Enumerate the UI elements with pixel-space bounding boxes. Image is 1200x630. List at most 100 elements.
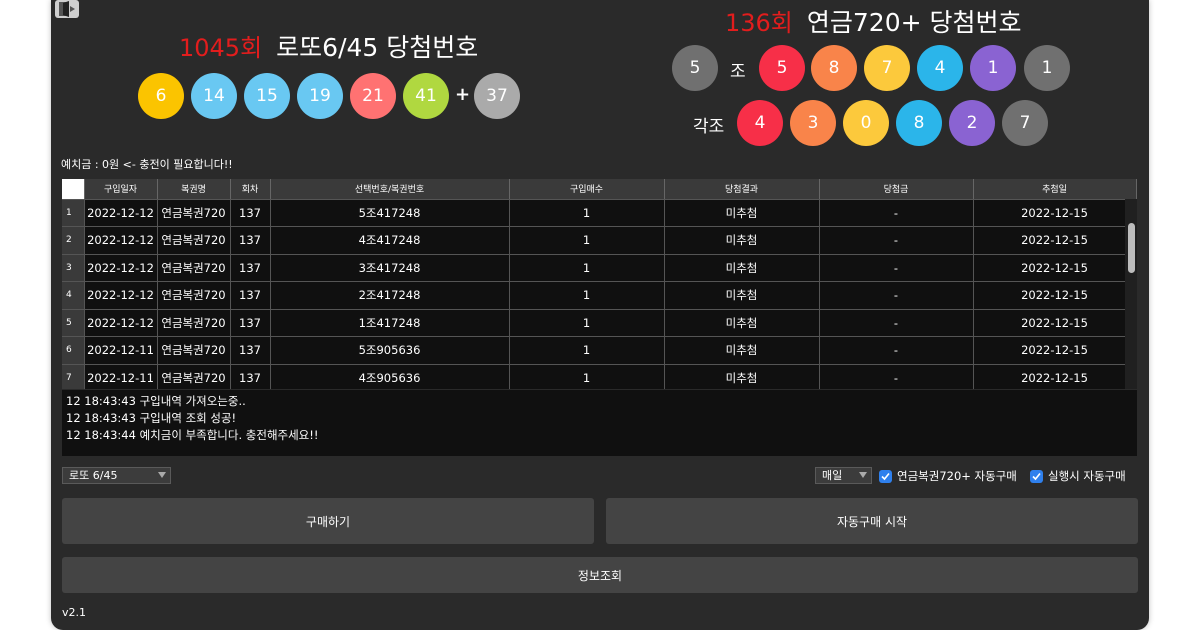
quantity-cell: 1	[509, 336, 665, 365]
result-cell: 미추첨	[664, 254, 820, 282]
lottery-name-cell: 연금복권720	[157, 336, 231, 365]
purchase-date-cell: 2022-12-12	[84, 199, 158, 227]
pension-bonus-ball: 2	[949, 100, 995, 146]
pension-ball: 5	[759, 45, 805, 91]
row-number: 3	[62, 254, 85, 282]
auto-run-checkbox[interactable]: 실행시 자동구매	[1030, 468, 1126, 484]
column-header[interactable]: 추첨일	[973, 179, 1137, 200]
pension-bonus-ball: 8	[896, 100, 942, 146]
quantity-cell: 1	[509, 364, 665, 389]
lottery-name-cell: 연금복권720	[157, 281, 231, 310]
prize-cell: -	[819, 309, 974, 337]
table-row[interactable]: 3 2022-12-12 연금복권720 137 3조417248 1 미추첨 …	[62, 254, 1137, 282]
number-cell: 5조905636	[270, 336, 510, 365]
draw-date-cell: 2022-12-15	[973, 336, 1137, 365]
column-header[interactable]: 당첨금	[819, 179, 974, 200]
round-cell: 137	[230, 254, 271, 282]
row-number: 7	[62, 364, 85, 389]
lotto-round: 1045회	[179, 34, 263, 62]
pension-ball: 1	[1024, 45, 1070, 91]
deposit-status: 예치금 : 0원 <- 충전이 필요합니다!!	[61, 158, 233, 171]
auto-buy-start-button[interactable]: 자동구매 시작	[606, 498, 1138, 544]
round-cell: 137	[230, 364, 271, 389]
lottery-name-cell: 연금복권720	[157, 254, 231, 282]
log-line: 12 18:43:44 예치금이 부족합니다. 충전해주세요!!	[66, 428, 319, 442]
lotto-ball: 15	[244, 73, 290, 119]
number-cell: 2조417248	[270, 281, 510, 310]
table-scrollbar[interactable]	[1125, 199, 1137, 389]
check-icon[interactable]	[879, 469, 892, 483]
check-icon[interactable]	[1030, 469, 1043, 483]
row-number: 1	[62, 199, 85, 227]
table-row[interactable]: 4 2022-12-12 연금복권720 137 2조417248 1 미추첨 …	[62, 281, 1137, 310]
result-cell: 미추첨	[664, 281, 820, 310]
period-select[interactable]: 매일	[815, 467, 872, 484]
quantity-cell: 1	[509, 199, 665, 227]
buy-button[interactable]: 구매하기	[62, 498, 594, 544]
app-window: 1045회 로또6/45 당첨번호 6 14 15 19 21 41 + 37 1…	[51, 0, 1149, 630]
column-header[interactable]: 당첨결과	[664, 179, 820, 200]
group-label: 조	[730, 62, 746, 82]
column-header[interactable]: 구입매수	[509, 179, 665, 200]
auto-run-label: 실행시 자동구매	[1048, 469, 1126, 483]
purchase-date-cell: 2022-12-11	[84, 336, 158, 365]
draw-date-cell: 2022-12-15	[973, 199, 1137, 227]
purchase-date-cell: 2022-12-11	[84, 364, 158, 389]
chevron-down-icon	[158, 472, 166, 478]
round-cell: 137	[230, 226, 271, 255]
prize-cell: -	[819, 254, 974, 282]
result-cell: 미추첨	[664, 364, 820, 389]
scroll-thumb[interactable]	[1128, 223, 1135, 273]
number-cell: 4조417248	[270, 226, 510, 255]
lottery-name-cell: 연금복권720	[157, 364, 231, 389]
lotto-title-text: 로또6/45 당첨번호	[276, 33, 479, 62]
column-header[interactable]: 구입일자	[84, 179, 158, 200]
row-number: 4	[62, 281, 85, 310]
prize-cell: -	[819, 281, 974, 310]
quantity-cell: 1	[509, 226, 665, 255]
lotto-ball: 14	[191, 73, 237, 119]
prize-cell: -	[819, 364, 974, 389]
draw-date-cell: 2022-12-15	[973, 226, 1137, 255]
pension-title: 136회 연금720+ 당첨번호	[725, 3, 1022, 39]
round-cell: 137	[230, 281, 271, 310]
column-header[interactable]: 선택번호/복권번호	[270, 179, 510, 200]
row-number: 2	[62, 226, 85, 255]
table-row[interactable]: 2 2022-12-12 연금복권720 137 4조417248 1 미추첨 …	[62, 226, 1137, 255]
auto-pension-checkbox[interactable]: 연금복권720+ 자동구매	[879, 468, 1017, 484]
table-row[interactable]: 5 2022-12-12 연금복권720 137 1조417248 1 미추첨 …	[62, 309, 1137, 337]
table-row[interactable]: 7 2022-12-11 연금복권720 137 4조905636 1 미추첨 …	[62, 364, 1137, 389]
table-corner[interactable]	[62, 179, 85, 200]
exit-icon[interactable]	[55, 0, 79, 18]
table-row[interactable]: 6 2022-12-11 연금복권720 137 5조905636 1 미추첨 …	[62, 336, 1137, 365]
column-header[interactable]: 회차	[230, 179, 271, 200]
pension-ball: 7	[864, 45, 910, 91]
number-cell: 4조905636	[270, 364, 510, 389]
pension-group-ball: 5	[672, 45, 718, 91]
number-cell: 1조417248	[270, 309, 510, 337]
round-cell: 137	[230, 199, 271, 227]
result-cell: 미추첨	[664, 309, 820, 337]
row-number: 5	[62, 309, 85, 337]
number-cell: 3조417248	[270, 254, 510, 282]
round-cell: 137	[230, 336, 271, 365]
purchase-date-cell: 2022-12-12	[84, 226, 158, 255]
log-line: 12 18:43:43 구입내역 조회 성공!	[66, 411, 237, 425]
info-lookup-button[interactable]: 정보조회	[62, 557, 1138, 593]
purchase-date-cell: 2022-12-12	[84, 309, 158, 337]
pension-ball: 1	[970, 45, 1016, 91]
pension-bonus-ball: 4	[737, 100, 783, 146]
lotto-ball: 6	[138, 73, 184, 119]
result-cell: 미추첨	[664, 199, 820, 227]
table-row[interactable]: 1 2022-12-12 연금복권720 137 5조417248 1 미추첨 …	[62, 199, 1137, 227]
round-cell: 137	[230, 309, 271, 337]
lotto-ball: 41	[403, 73, 449, 119]
period-select-value: 매일	[822, 469, 843, 482]
prize-cell: -	[819, 336, 974, 365]
column-header[interactable]: 복권명	[157, 179, 231, 200]
game-select[interactable]: 로또 6/45	[62, 467, 171, 484]
prize-cell: -	[819, 226, 974, 255]
version-label: v2.1	[62, 606, 87, 619]
game-select-value: 로또 6/45	[69, 469, 118, 482]
each-group-label: 각조	[693, 117, 725, 137]
